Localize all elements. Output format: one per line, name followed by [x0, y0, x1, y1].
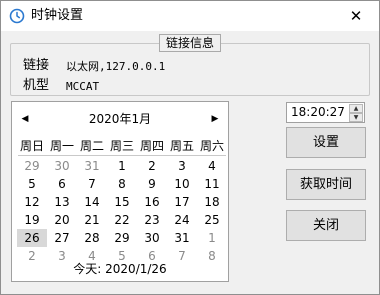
model-value: MCCAT [66, 80, 100, 93]
weekday-row: 周日 周一 周二 周三 周四 周五 周六 [17, 137, 227, 155]
weekday-label: 周五 [169, 139, 194, 153]
calendar-day[interactable]: 21 [77, 211, 107, 229]
calendar-day[interactable]: 23 [137, 211, 167, 229]
calendar-week-row: 19 20 21 22 23 24 25 [17, 211, 227, 229]
calendar-week-row: 29 30 31 1 2 3 4 [17, 157, 227, 175]
calendar-day[interactable]: 25 [197, 211, 227, 229]
calendar-day[interactable]: 29 [17, 157, 47, 175]
calendar-day[interactable]: 24 [167, 211, 197, 229]
calendar-day[interactable]: 6 [47, 175, 77, 193]
calendar-header: ◀ 2020年1月 ▶ [12, 110, 228, 128]
calendar-day[interactable]: 12 [17, 193, 47, 211]
calendar-day[interactable]: 29 [107, 229, 137, 247]
calendar-day[interactable]: 30 [47, 157, 77, 175]
weekday-label: 周四 [139, 139, 164, 153]
connection-info-legend: 链接信息 [159, 34, 222, 52]
today-link[interactable]: 今天: 2020/1/26 [12, 260, 228, 278]
calendar-week-row: 26 27 28 29 30 31 1 [17, 229, 227, 247]
calendar-day[interactable]: 2 [137, 157, 167, 175]
weekday-label: 周六 [199, 139, 224, 153]
calendar-weeks: 29 30 31 1 2 3 4 5 6 7 8 9 10 11 12 13 14 15 16 17 18 19 20 21 2… [17, 157, 227, 265]
set-button[interactable]: 设置 [286, 127, 366, 158]
close-window-button[interactable]: ✕ [333, 1, 379, 31]
calendar-day[interactable]: 31 [77, 157, 107, 175]
model-label: 机型 [23, 78, 50, 93]
get-time-button[interactable]: 获取时间 [286, 169, 366, 200]
calendar-day[interactable]: 16 [137, 193, 167, 211]
calendar-grid: 周日 周一 周二 周三 周四 周五 周六 29 30 31 1 2 3 4 5 6 7 8 9 10 11 12 13 14… [17, 137, 227, 265]
month-calendar[interactable]: ◀ 2020年1月 ▶ 周日 周一 周二 周三 周四 周五 周六 29 30 31 1 2 3 4 5 6 7… [11, 101, 229, 282]
calendar-day[interactable]: 11 [197, 175, 227, 193]
calendar-day[interactable]: 15 [107, 193, 137, 211]
weekday-divider [18, 155, 226, 156]
time-picker[interactable]: 18:20:27 ▲ ▼ [286, 102, 365, 123]
calendar-day[interactable]: 3 [167, 157, 197, 175]
calendar-day[interactable]: 10 [167, 175, 197, 193]
calendar-week-row: 12 13 14 15 16 17 18 [17, 193, 227, 211]
calendar-day-selected[interactable]: 26 [17, 229, 47, 247]
calendar-day[interactable]: 17 [167, 193, 197, 211]
calendar-day[interactable]: 13 [47, 193, 77, 211]
calendar-day[interactable]: 31 [167, 229, 197, 247]
calendar-month-title[interactable]: 2020年1月 [12, 110, 228, 128]
close-icon: ✕ [349, 7, 363, 25]
calendar-week-row: 5 6 7 8 9 10 11 [17, 175, 227, 193]
weekday-label: 周三 [109, 139, 134, 153]
window-title: 时钟设置 [31, 8, 84, 23]
calendar-day[interactable]: 28 [77, 229, 107, 247]
calendar-day[interactable]: 20 [47, 211, 77, 229]
calendar-day[interactable]: 14 [77, 193, 107, 211]
link-label: 链接 [23, 58, 50, 73]
close-button[interactable]: 关闭 [286, 210, 366, 241]
clock-settings-window: 时钟设置 ✕ 链接信息 链接 以太网,127.0.0.1 机型 MCCAT ◀ … [0, 0, 380, 295]
time-value[interactable]: 18:20:27 [291, 104, 345, 121]
link-value: 以太网,127.0.0.1 [66, 60, 166, 73]
calendar-day[interactable]: 9 [137, 175, 167, 193]
calendar-day[interactable]: 1 [107, 157, 137, 175]
calendar-day[interactable]: 30 [137, 229, 167, 247]
calendar-day[interactable]: 27 [47, 229, 77, 247]
calendar-day[interactable]: 22 [107, 211, 137, 229]
next-month-icon[interactable]: ▶ [208, 110, 222, 128]
calendar-day[interactable]: 4 [197, 157, 227, 175]
calendar-day[interactable]: 19 [17, 211, 47, 229]
calendar-day[interactable]: 18 [197, 193, 227, 211]
clock-icon [9, 8, 25, 24]
weekday-label: 周日 [19, 139, 44, 153]
calendar-day[interactable]: 5 [17, 175, 47, 193]
calendar-day[interactable]: 8 [107, 175, 137, 193]
calendar-day[interactable]: 1 [197, 229, 227, 247]
weekday-label: 周一 [49, 139, 74, 153]
spin-up-icon[interactable]: ▲ [349, 104, 363, 113]
calendar-day[interactable]: 7 [77, 175, 107, 193]
title-bar[interactable]: 时钟设置 ✕ [1, 1, 379, 31]
weekday-label: 周二 [79, 139, 104, 153]
spin-down-icon[interactable]: ▼ [349, 113, 363, 122]
